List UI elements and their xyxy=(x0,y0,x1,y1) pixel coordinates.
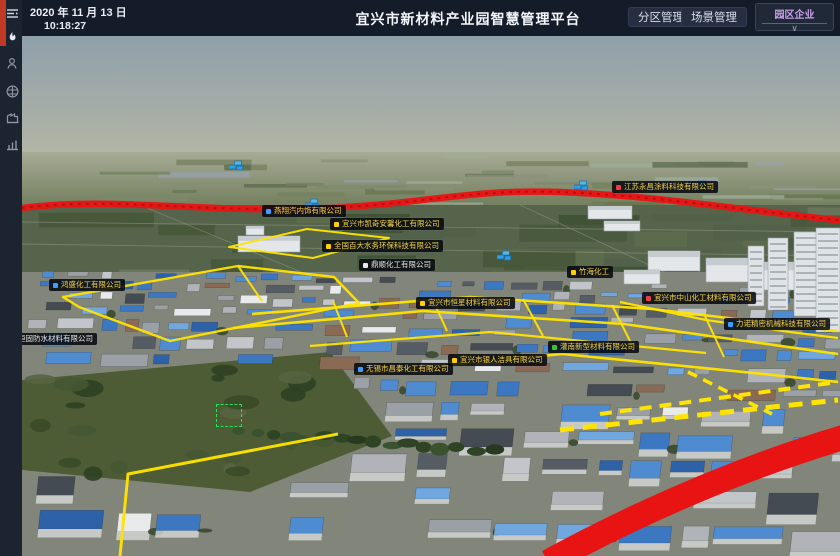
left-toolbar xyxy=(0,0,22,556)
company-name: 鼎顺化工有限公司 xyxy=(371,260,431,270)
park-enterprise-dropdown[interactable]: 园区企业 ∨ xyxy=(755,3,834,31)
company-name: 宜兴市银人洁具有限公司 xyxy=(460,355,543,365)
map-label[interactable]: 宜兴市银人洁具有限公司 xyxy=(448,354,547,366)
company-name: 恒固防水材料有限公司 xyxy=(22,334,93,344)
company-marker-icon xyxy=(358,367,363,372)
sidebar-item-person[interactable] xyxy=(5,56,22,73)
map-label[interactable]: 江苏永昌涂料科技有限公司 xyxy=(612,181,718,193)
map-label[interactable]: 宜兴市凯奇安馨化工有限公司 xyxy=(330,218,444,230)
flame-icon xyxy=(5,29,22,44)
company-marker-icon xyxy=(728,322,733,327)
company-name: 全国百大水务环保科技有限公司 xyxy=(334,241,439,251)
company-name: 竹海化工 xyxy=(579,267,609,277)
company-marker-icon xyxy=(571,270,576,275)
map-label[interactable]: 灌南新型材料有限公司 xyxy=(548,341,639,353)
sidebar-item-menu[interactable] xyxy=(5,6,22,23)
top-bar: 2020 年 11 月 13 日 10:18:27 宜兴市新材料产业园智慧管理平… xyxy=(0,0,840,36)
company-marker-icon xyxy=(452,358,457,363)
sidebar-item-globe[interactable] xyxy=(5,84,22,101)
globe-icon xyxy=(5,84,22,99)
company-name: 无锡市昌泰化工有限公司 xyxy=(366,364,449,374)
company-marker-icon xyxy=(420,301,425,306)
company-name: 灌南新型材料有限公司 xyxy=(560,342,635,352)
company-name: 鸿盛化工有限公司 xyxy=(61,280,121,290)
map-label[interactable]: 竹海化工 xyxy=(567,266,613,278)
company-marker-icon xyxy=(363,263,368,268)
map-label[interactable]: 恒固防水材料有限公司 xyxy=(22,333,97,345)
company-marker-icon xyxy=(266,209,271,214)
bar-chart-icon xyxy=(5,137,22,152)
map-label[interactable]: 宜兴市中山化工材料有限公司 xyxy=(642,292,756,304)
map-selection-box xyxy=(216,404,242,427)
map-label[interactable]: 无锡市昌泰化工有限公司 xyxy=(354,363,453,375)
page-title: 宜兴市新材料产业园智慧管理平台 xyxy=(356,9,581,29)
factory-icon xyxy=(5,110,22,125)
company-marker-icon xyxy=(334,222,339,227)
person-icon xyxy=(5,56,22,71)
company-marker-icon xyxy=(616,185,621,190)
blue-3d-marker-icon[interactable] xyxy=(229,158,245,176)
map-label[interactable]: 鸿盛化工有限公司 xyxy=(49,279,125,291)
map-label[interactable]: 燕翔汽内饰有限公司 xyxy=(262,205,346,217)
current-time: 10:18:27 xyxy=(44,20,86,32)
blue-3d-marker-icon[interactable] xyxy=(574,178,590,196)
company-marker-icon xyxy=(646,296,651,301)
scene-management-button[interactable]: 场景管理 xyxy=(681,7,747,27)
company-name: 宜兴市中山化工材料有限公司 xyxy=(654,293,752,303)
map-label[interactable]: 力诺精密机械科技有限公司 xyxy=(724,318,830,330)
map-label[interactable]: 宜兴市恒星材料有限公司 xyxy=(416,297,515,309)
map-label[interactable]: 全国百大水务环保科技有限公司 xyxy=(322,240,443,252)
map-3d-view[interactable]: 燕翔汽内饰有限公司宜兴市凯奇安馨化工有限公司全国百大水务环保科技有限公司鼎顺化工… xyxy=(22,36,840,556)
sidebar-item-fire[interactable] xyxy=(5,29,22,46)
sidebar-item-stats[interactable] xyxy=(5,137,22,154)
app-window: 燕翔汽内饰有限公司宜兴市凯奇安馨化工有限公司全国百大水务环保科技有限公司鼎顺化工… xyxy=(0,0,840,556)
company-name: 江苏永昌涂料科技有限公司 xyxy=(624,182,714,192)
company-name: 力诺精密机械科技有限公司 xyxy=(736,319,826,329)
blue-3d-marker-icon[interactable] xyxy=(497,248,513,266)
company-marker-icon xyxy=(326,244,331,249)
company-marker-icon xyxy=(53,283,58,288)
dropdown-label: 园区企业 xyxy=(756,6,833,21)
company-name: 宜兴市恒星材料有限公司 xyxy=(428,298,511,308)
menu-icon xyxy=(5,6,22,21)
chevron-down-icon: ∨ xyxy=(756,24,833,33)
company-name: 燕翔汽内饰有限公司 xyxy=(274,206,342,216)
company-marker-icon xyxy=(552,345,557,350)
company-name: 宜兴市凯奇安馨化工有限公司 xyxy=(342,219,440,229)
current-date: 2020 年 11 月 13 日 xyxy=(30,4,127,20)
map-label[interactable]: 鼎顺化工有限公司 xyxy=(359,259,435,271)
sidebar-item-factory[interactable] xyxy=(5,110,22,127)
